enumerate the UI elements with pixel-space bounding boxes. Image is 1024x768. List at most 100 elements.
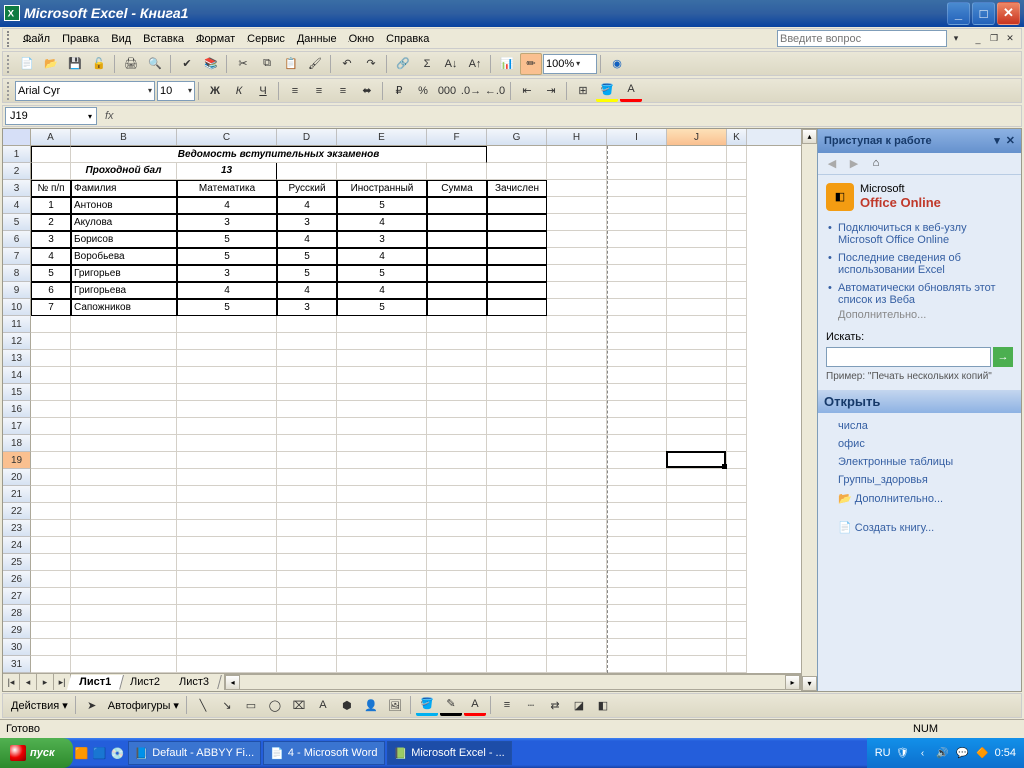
cell[interactable]: Антонов [71,197,177,214]
cell[interactable] [427,197,487,214]
language-indicator[interactable]: RU [875,747,891,759]
increase-indent-icon[interactable]: ⇥ [540,80,562,102]
sheet-tab[interactable]: Лист2 [118,675,173,689]
cell[interactable] [547,452,607,469]
select-objects-icon[interactable]: ➤ [81,694,103,716]
cell[interactable] [727,299,747,316]
cell[interactable] [31,520,71,537]
cell[interactable] [547,554,607,571]
recent-file-link[interactable]: офис [826,435,1013,453]
underline-icon[interactable]: Ч [252,80,274,102]
cell[interactable] [727,265,747,282]
cell[interactable] [337,588,427,605]
spellcheck-icon[interactable]: ✔ [176,53,198,75]
cell[interactable] [177,588,277,605]
col-header[interactable]: J [667,129,727,145]
autoshapes-menu[interactable]: Автофигуры ▾ [104,699,183,712]
cell[interactable] [607,418,667,435]
cell[interactable]: 4 [277,282,337,299]
cell[interactable] [277,452,337,469]
cell[interactable] [487,231,547,248]
cell[interactable] [727,520,747,537]
cell[interactable] [547,622,607,639]
row-header[interactable]: 19 [3,452,31,469]
cell[interactable] [727,163,747,180]
cell[interactable]: 4 [277,197,337,214]
row-header[interactable]: 30 [3,639,31,656]
cell[interactable] [31,350,71,367]
shadow-icon[interactable]: ◪ [568,694,590,716]
cell[interactable] [607,146,667,163]
cell[interactable] [427,265,487,282]
cell[interactable] [71,367,177,384]
font-color-icon[interactable]: A [620,80,642,102]
taskbar-item[interactable]: 📗 Microsoft Excel - ... [387,741,512,765]
cell[interactable]: Сапожников [71,299,177,316]
cell[interactable] [31,401,71,418]
line-icon[interactable]: ╲ [192,694,214,716]
cell[interactable] [177,605,277,622]
taskpane-link[interactable]: Автоматически обновлять этот список из В… [826,279,1013,309]
autosum-icon[interactable]: Σ [416,53,438,75]
cell[interactable] [277,656,337,673]
taskpane-search-input[interactable] [826,347,991,367]
recent-file-link[interactable]: Группы_здоровья [826,471,1013,489]
row-header[interactable]: 20 [3,469,31,486]
cell[interactable] [607,333,667,350]
cell[interactable] [71,435,177,452]
save-icon[interactable]: 💾 [64,53,86,75]
cell[interactable] [607,231,667,248]
cell[interactable] [31,163,71,180]
cell[interactable] [337,554,427,571]
cell[interactable] [177,537,277,554]
cell[interactable] [607,163,667,180]
cell[interactable] [547,571,607,588]
cell[interactable] [607,282,667,299]
cell[interactable] [177,554,277,571]
cell[interactable] [277,316,337,333]
cell[interactable]: 5 [177,231,277,248]
select-all-corner[interactable] [3,129,31,146]
cell[interactable] [487,486,547,503]
cell[interactable] [337,486,427,503]
cell[interactable] [31,418,71,435]
cell[interactable]: 5 [31,265,71,282]
cell[interactable] [71,503,177,520]
cell[interactable] [487,503,547,520]
cell[interactable] [487,622,547,639]
cell[interactable] [667,350,727,367]
cell[interactable] [337,503,427,520]
cell[interactable] [487,333,547,350]
cell[interactable] [487,384,547,401]
cell[interactable] [547,605,607,622]
taskbar-item[interactable]: 📘 Default - ABBYY Fi... [128,741,262,765]
cell[interactable]: 5 [277,248,337,265]
line-color-icon[interactable]: ✎ [440,694,462,716]
cell[interactable] [607,639,667,656]
cell[interactable] [177,486,277,503]
cell[interactable]: 5 [177,299,277,316]
cell[interactable] [667,248,727,265]
cell[interactable]: 4 [337,282,427,299]
start-button[interactable]: пуск [0,738,73,768]
cell[interactable]: Григорьева [71,282,177,299]
row-header[interactable]: 14 [3,367,31,384]
row-header[interactable]: 18 [3,435,31,452]
cell[interactable] [337,350,427,367]
cell[interactable] [607,503,667,520]
cell[interactable] [667,418,727,435]
cell[interactable] [667,384,727,401]
taskpane-back-icon[interactable]: ◀ [823,154,841,172]
cell[interactable] [547,350,607,367]
cell[interactable]: 4 [31,248,71,265]
cell[interactable] [277,163,337,180]
cell[interactable] [547,401,607,418]
menu-window[interactable]: Окно [343,31,381,47]
cell[interactable] [667,367,727,384]
cell[interactable] [31,537,71,554]
clipart-icon[interactable]: 👤 [360,694,382,716]
cell[interactable] [607,605,667,622]
cell[interactable] [427,333,487,350]
decrease-indent-icon[interactable]: ⇤ [516,80,538,102]
cell[interactable] [177,639,277,656]
